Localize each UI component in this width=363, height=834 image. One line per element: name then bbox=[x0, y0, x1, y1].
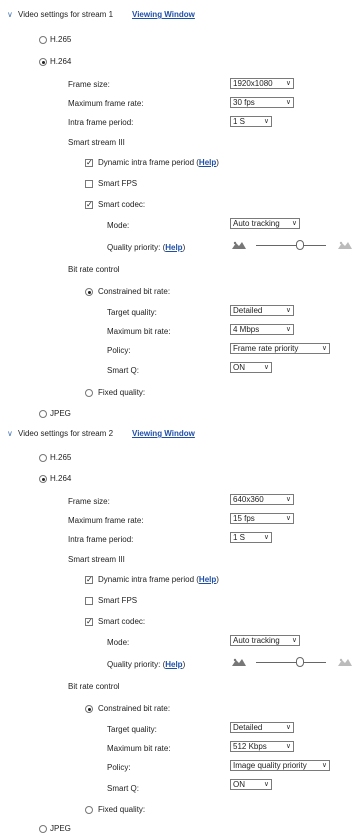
stream1-h264-radio[interactable] bbox=[39, 58, 47, 66]
stream1-frame-size-label: Frame size: bbox=[68, 80, 110, 89]
stream1-smartq-label: Smart Q: bbox=[107, 366, 140, 375]
stream1-intra-period-label: Intra frame period: bbox=[68, 118, 134, 127]
high-quality-icon bbox=[338, 658, 352, 666]
high-quality-icon bbox=[338, 241, 352, 249]
stream2-h264-radio[interactable] bbox=[39, 475, 47, 483]
stream2-viewing-window-link[interactable]: Viewing Window bbox=[132, 429, 195, 439]
stream1-jpeg-radio[interactable] bbox=[39, 410, 47, 418]
stream1-mode-label: Mode: bbox=[107, 221, 130, 230]
stream2-quality-slider-handle[interactable] bbox=[296, 657, 304, 667]
stream1-target-quality-select[interactable]: Detailed ∨ bbox=[230, 305, 294, 316]
stream1-smart-fps-checkbox[interactable] bbox=[85, 180, 93, 188]
stream1-max-bitrate-select[interactable]: 4 Mbps ∨ bbox=[230, 324, 294, 335]
stream1-quality-slider-track[interactable] bbox=[256, 245, 326, 246]
stream2-smart-stream-label: Smart stream III bbox=[68, 555, 125, 564]
stream1-frame-size-select[interactable]: 1920x1080 ∨ bbox=[230, 78, 294, 89]
stream1-policy-select[interactable]: Frame rate priority ∨ bbox=[230, 343, 330, 354]
stream1-fixed-quality-radio[interactable] bbox=[85, 389, 93, 397]
stream2-max-bitrate-select[interactable]: 512 Kbps ∨ bbox=[230, 741, 294, 752]
low-quality-icon bbox=[232, 241, 246, 249]
stream1-dynamic-intra-label: Dynamic intra frame period (Help) bbox=[98, 158, 219, 167]
help-link[interactable]: Help bbox=[165, 660, 182, 669]
stream2-dynamic-intra-checkbox[interactable]: ✓ bbox=[85, 576, 93, 584]
stream2-dynamic-intra-label: Dynamic intra frame period (Help) bbox=[98, 575, 219, 584]
stream1-mode-select[interactable]: Auto tracking ∨ bbox=[230, 218, 300, 229]
stream2-policy-label: Policy: bbox=[107, 763, 131, 772]
stream1-policy-label: Policy: bbox=[107, 346, 131, 355]
collapse-chevron-icon[interactable]: ∨ bbox=[7, 11, 15, 19]
stream1-max-frame-rate-select[interactable]: 30 fps ∨ bbox=[230, 97, 294, 108]
stream2-smart-fps-label: Smart FPS bbox=[98, 596, 138, 605]
stream2-intra-period-select[interactable]: 1 S ∨ bbox=[230, 532, 272, 543]
stream1-fixed-quality-label: Fixed quality: bbox=[98, 388, 146, 397]
stream2-fixed-quality-label: Fixed quality: bbox=[98, 805, 146, 814]
low-quality-icon bbox=[232, 658, 246, 666]
stream1-max-frame-rate-label: Maximum frame rate: bbox=[68, 99, 144, 108]
stream1-smartq-select[interactable]: ON ∨ bbox=[230, 362, 272, 373]
stream2-mode-label: Mode: bbox=[107, 638, 130, 647]
stream1-h265-radio[interactable] bbox=[39, 36, 47, 44]
stream1-smart-codec-checkbox[interactable]: ✓ bbox=[85, 201, 93, 209]
stream1-constrained-radio[interactable] bbox=[85, 288, 93, 296]
help-link[interactable]: Help bbox=[199, 575, 216, 584]
stream2-bitrate-control-label: Bit rate control bbox=[68, 682, 120, 691]
help-link[interactable]: Help bbox=[165, 243, 182, 252]
stream2-header: Video settings for stream 2 bbox=[18, 429, 114, 438]
stream2-quality-priority-label: Quality priority: (Help) bbox=[107, 660, 186, 669]
stream1-viewing-window-link[interactable]: Viewing Window bbox=[132, 10, 195, 20]
stream1-jpeg-label: JPEG bbox=[50, 409, 71, 418]
stream1-smart-fps-label: Smart FPS bbox=[98, 179, 138, 188]
stream1-quality-priority-label: Quality priority: (Help) bbox=[107, 243, 186, 252]
stream2-h265-label: H.265 bbox=[50, 453, 72, 462]
stream2-fixed-quality-radio[interactable] bbox=[85, 806, 93, 814]
stream2-jpeg-radio[interactable] bbox=[39, 825, 47, 833]
help-link[interactable]: Help bbox=[199, 158, 216, 167]
stream1-dynamic-intra-checkbox[interactable]: ✓ bbox=[85, 159, 93, 167]
stream2-max-frame-rate-select[interactable]: 15 fps ∨ bbox=[230, 513, 294, 524]
stream2-mode-select[interactable]: Auto tracking ∨ bbox=[230, 635, 300, 646]
stream2-policy-select[interactable]: Image quality priority ∨ bbox=[230, 760, 330, 771]
stream1-constrained-label: Constrained bit rate: bbox=[98, 287, 171, 296]
stream2-h264-label: H.264 bbox=[50, 474, 72, 483]
stream2-constrained-radio[interactable] bbox=[85, 705, 93, 713]
stream1-h265-label: H.265 bbox=[50, 35, 72, 44]
stream1-header: Video settings for stream 1 bbox=[18, 10, 114, 19]
stream2-quality-slider-track[interactable] bbox=[256, 662, 326, 663]
stream1-bitrate-control-label: Bit rate control bbox=[68, 265, 120, 274]
stream2-smart-codec-label: Smart codec: bbox=[98, 617, 146, 626]
stream2-target-quality-select[interactable]: Detailed ∨ bbox=[230, 722, 294, 733]
stream2-frame-size-select[interactable]: 640x360 ∨ bbox=[230, 494, 294, 505]
collapse-chevron-icon[interactable]: ∨ bbox=[7, 430, 15, 438]
stream1-target-quality-label: Target quality: bbox=[107, 308, 157, 317]
stream2-smartq-label: Smart Q: bbox=[107, 784, 140, 793]
stream2-smart-fps-checkbox[interactable] bbox=[85, 597, 93, 605]
stream2-max-frame-rate-label: Maximum frame rate: bbox=[68, 516, 144, 525]
stream2-intra-period-label: Intra frame period: bbox=[68, 535, 134, 544]
stream1-max-bitrate-label: Maximum bit rate: bbox=[107, 327, 171, 336]
stream1-smart-codec-label: Smart codec: bbox=[98, 200, 146, 209]
stream1-h264-label: H.264 bbox=[50, 57, 72, 66]
stream2-smartq-select[interactable]: ON ∨ bbox=[230, 779, 272, 790]
stream2-jpeg-label: JPEG bbox=[50, 824, 71, 833]
stream2-target-quality-label: Target quality: bbox=[107, 725, 157, 734]
stream1-quality-slider-handle[interactable] bbox=[296, 240, 304, 250]
stream1-smart-stream-label: Smart stream III bbox=[68, 138, 125, 147]
stream2-h265-radio[interactable] bbox=[39, 454, 47, 462]
stream2-constrained-label: Constrained bit rate: bbox=[98, 704, 171, 713]
stream2-max-bitrate-label: Maximum bit rate: bbox=[107, 744, 171, 753]
stream1-intra-period-select[interactable]: 1 S ∨ bbox=[230, 116, 272, 127]
stream2-smart-codec-checkbox[interactable]: ✓ bbox=[85, 618, 93, 626]
stream2-frame-size-label: Frame size: bbox=[68, 497, 110, 506]
